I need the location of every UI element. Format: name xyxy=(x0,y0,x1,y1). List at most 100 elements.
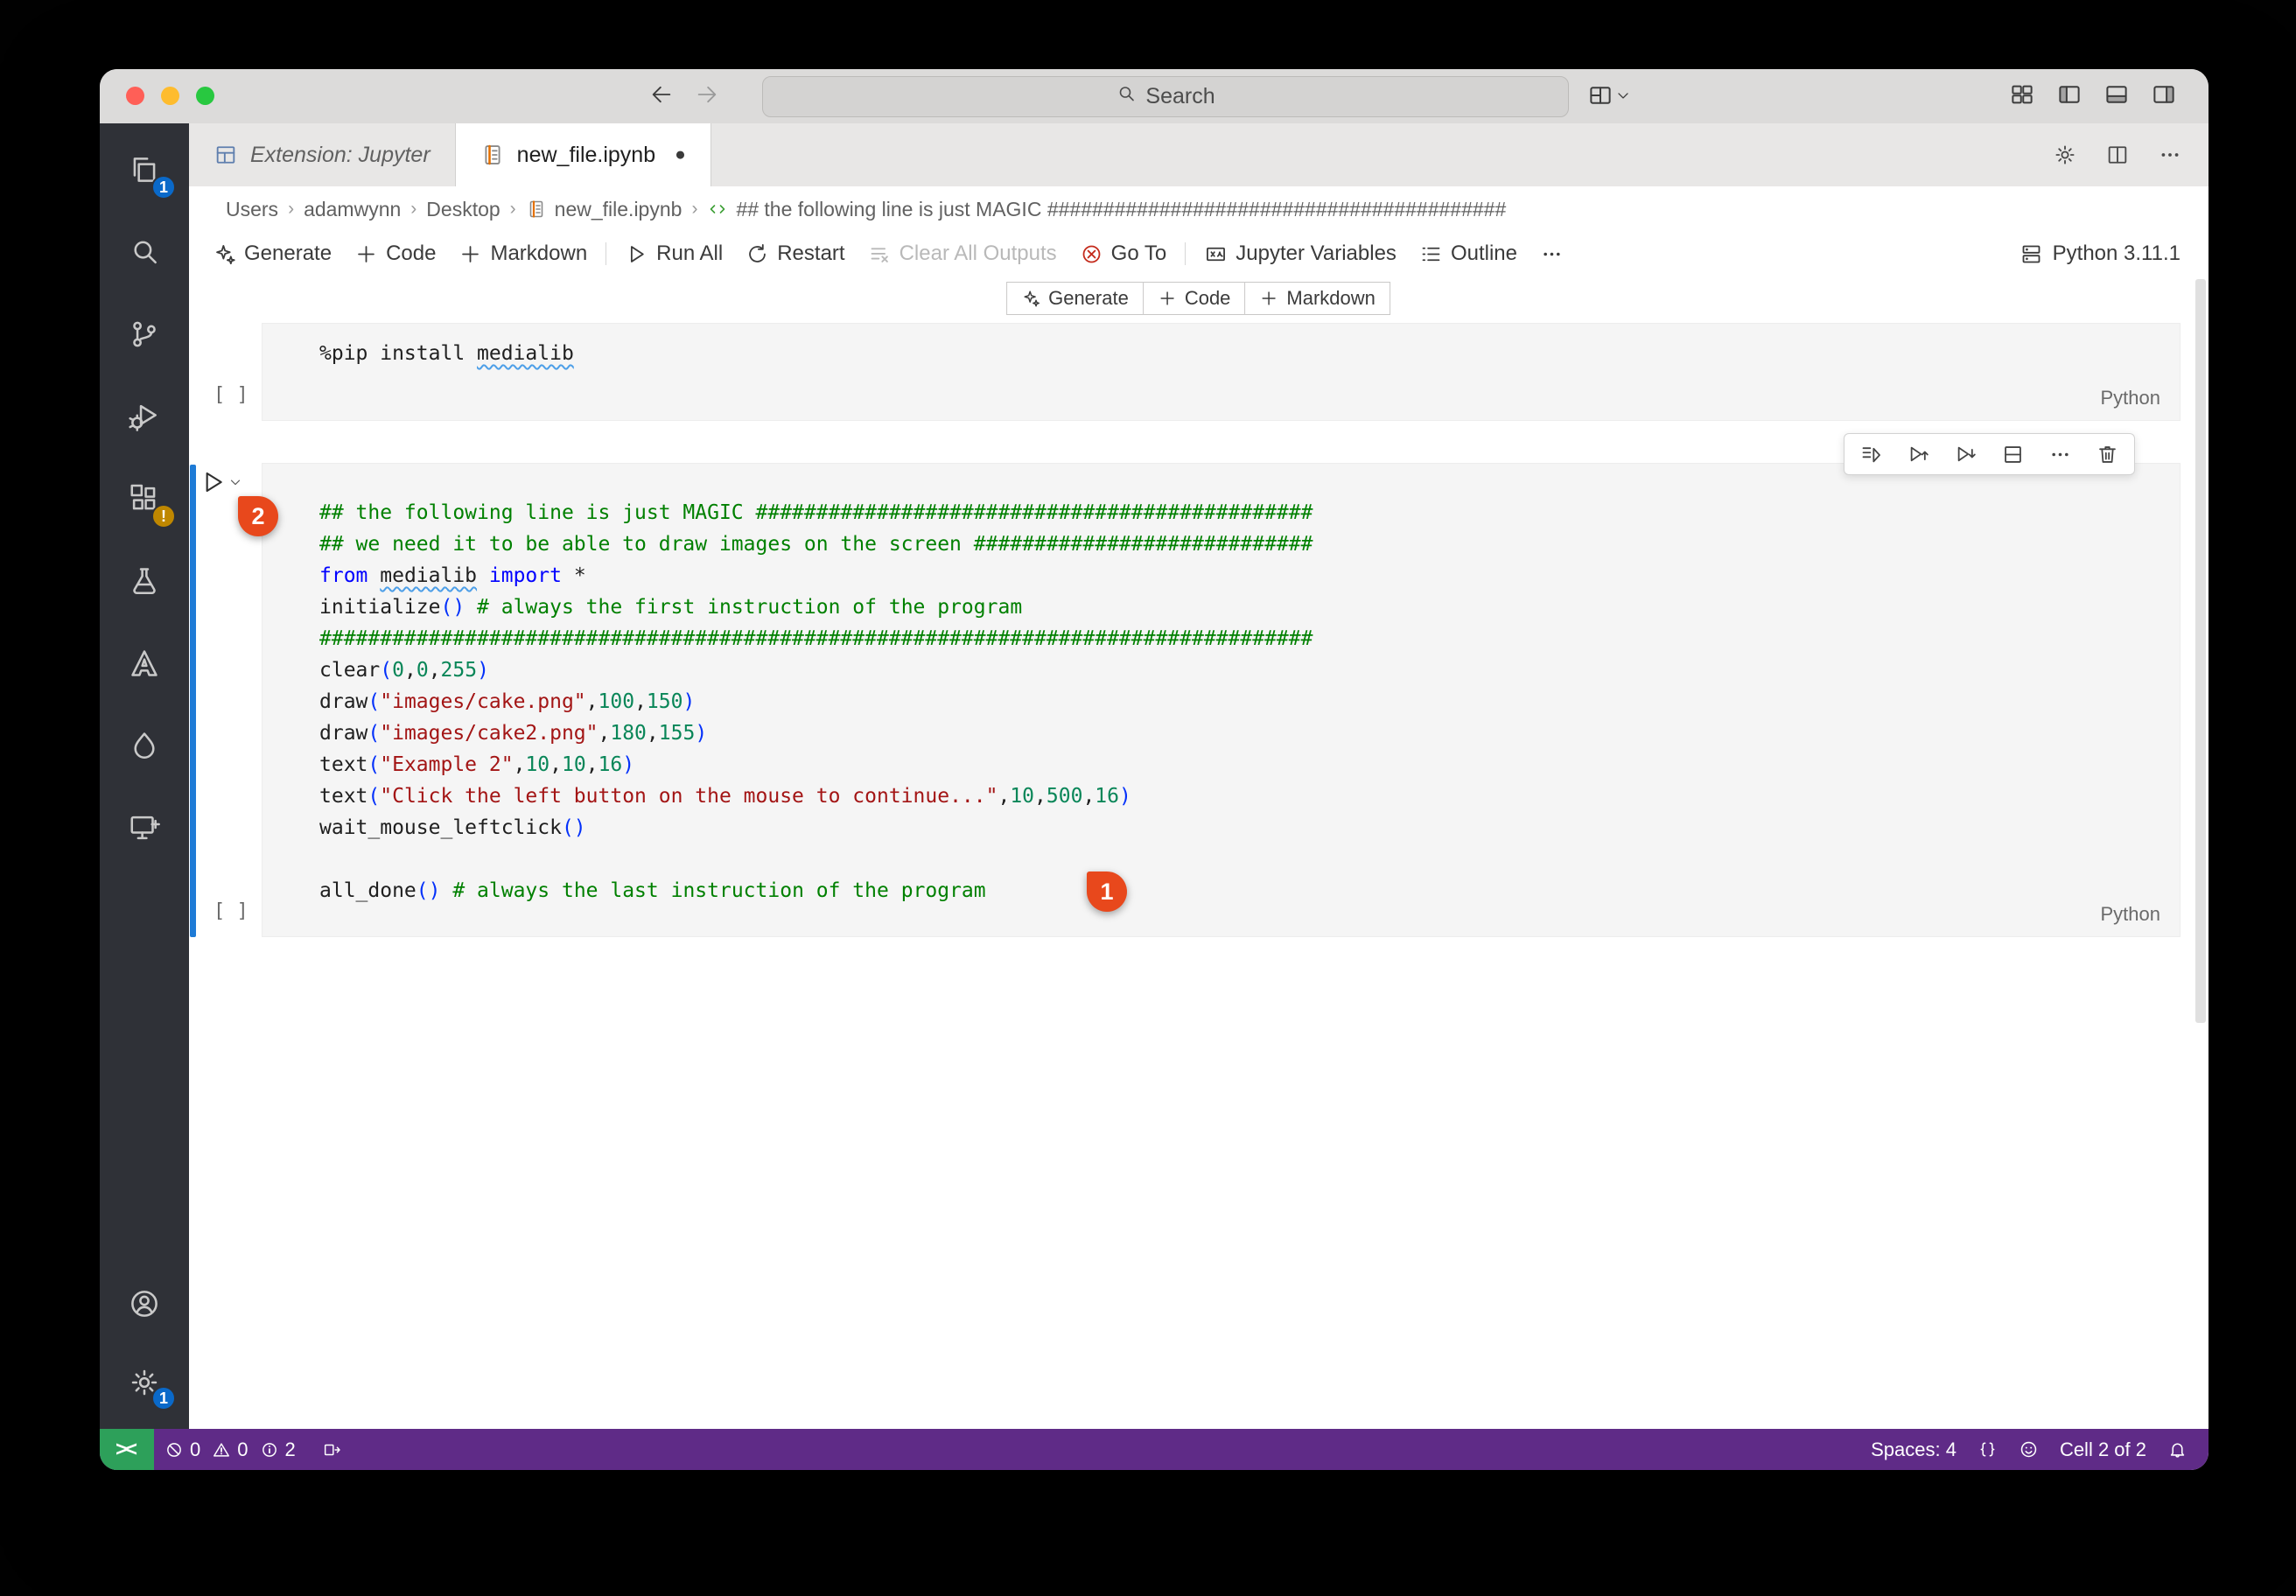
code-line[interactable]: clear(0,0,255) xyxy=(319,654,2180,686)
toolbar-run-all-button[interactable]: Run All xyxy=(613,236,734,271)
status-feedback[interactable] xyxy=(2008,1439,2049,1460)
insert-markdown-button[interactable]: Markdown xyxy=(1244,282,1390,315)
toggle-sidebar-right-button[interactable] xyxy=(2151,81,2177,108)
cell-action-run-down-button[interactable] xyxy=(1954,443,1978,466)
annotation-badge-1: 1 xyxy=(1087,872,1127,912)
code-line[interactable]: wait_mouse_leftclick() xyxy=(319,812,2180,844)
search-input[interactable]: Search xyxy=(762,76,1569,117)
status-format[interactable] xyxy=(1967,1439,2008,1460)
activity-accounts[interactable] xyxy=(100,1264,189,1343)
notebook-cell-2[interactable]: [ ] ## the following line is just MAGIC … xyxy=(214,463,2180,937)
remote-indicator[interactable]: >< xyxy=(100,1429,154,1470)
back-button[interactable] xyxy=(649,82,674,111)
code-line[interactable] xyxy=(319,844,2180,875)
run-cell-button[interactable] xyxy=(200,468,243,500)
code-line[interactable]: all_done() # always the last instruction… xyxy=(319,875,2180,906)
activity-explorer[interactable]: 1 xyxy=(100,129,189,211)
code-line[interactable]: ########################################… xyxy=(319,623,2180,654)
cell-action-ellipsis-button[interactable] xyxy=(2048,443,2072,466)
breadcrumb-label: ## the following line is just MAGIC ####… xyxy=(736,197,1507,220)
status-indentation[interactable]: Spaces: 4 xyxy=(1860,1438,1967,1461)
activity-azure[interactable] xyxy=(100,622,189,704)
toolbar-markdown-button[interactable]: Markdown xyxy=(447,236,598,271)
insert-generate-button[interactable]: Generate xyxy=(1006,282,1144,315)
run-icon xyxy=(200,468,228,500)
activity-source-control[interactable] xyxy=(100,293,189,375)
toolbar-jupyter-variables-button[interactable]: Jupyter Variables xyxy=(1193,236,1408,271)
breadcrumb-item-2[interactable]: Desktop xyxy=(426,198,500,221)
toolbar-clear-all-outputs-button[interactable]: Clear All Outputs xyxy=(857,236,1068,271)
code-line[interactable]: initialize() # always the first instruct… xyxy=(319,592,2180,623)
toolbar-go-to-button[interactable]: Go To xyxy=(1068,236,1179,271)
cell-action-run-list-button[interactable] xyxy=(1859,443,1883,466)
braces-icon xyxy=(1980,1442,1995,1457)
activity-search[interactable] xyxy=(100,211,189,293)
notebook-editor: Generate Code Markdown [ ] %pip install me… xyxy=(189,276,2208,1429)
plus-icon xyxy=(358,245,374,262)
cell-action-split-cell-button[interactable] xyxy=(2001,443,2025,466)
scrollbar-thumb[interactable] xyxy=(2195,279,2206,1023)
window-layout-controls xyxy=(2009,81,2177,108)
toolbar-code-button[interactable]: Code xyxy=(343,236,447,271)
breadcrumb-item-4[interactable]: ## the following line is just MAGIC ####… xyxy=(707,198,1506,221)
toolbar-restart-button[interactable]: Restart xyxy=(734,236,856,271)
forward-button[interactable] xyxy=(695,82,719,111)
breadcrumb-item-0[interactable]: Users xyxy=(226,198,278,221)
cell-1-code[interactable]: %pip install medialib xyxy=(262,324,2180,369)
cell-action-run-up-button[interactable] xyxy=(1907,443,1930,466)
status-notifications[interactable] xyxy=(2157,1439,2198,1460)
arrow-right-icon xyxy=(697,86,717,102)
insert-code-button[interactable]: Code xyxy=(1142,282,1246,315)
outline-icon xyxy=(1422,247,1440,261)
toolbar-more-button[interactable] xyxy=(1529,236,1575,271)
code-line[interactable]: draw("images/cake2.png",180,155) xyxy=(319,718,2180,749)
tab-extension-jupyter[interactable]: Extension: Jupyter xyxy=(189,123,456,186)
cell-language-picker[interactable]: Python xyxy=(2101,387,2161,410)
scrollbar[interactable] xyxy=(2194,277,2207,1427)
debug-status-icon xyxy=(324,1444,340,1455)
toolbar-label: Go To xyxy=(1110,242,1167,265)
activity-extensions[interactable]: ! xyxy=(100,458,189,540)
cell-2-code[interactable]: ## the following line is just MAGIC ####… xyxy=(262,464,2180,906)
tab-new-file-ipynb[interactable]: new_file.ipynb ● xyxy=(455,123,711,186)
problems-indicator[interactable]: 0 0 2 xyxy=(154,1429,312,1470)
activity-extension-tool[interactable] xyxy=(100,704,189,787)
breadcrumb-label: new_file.ipynb xyxy=(554,197,682,220)
code-line[interactable]: ## the following line is just MAGIC ####… xyxy=(319,497,2180,528)
close-button[interactable] xyxy=(126,87,144,105)
kernel-picker[interactable]: Python 3.11.1 xyxy=(2020,242,2196,266)
notebook-cell-1[interactable]: [ ] %pip install medialib Python xyxy=(214,323,2180,421)
code-line[interactable]: draw("images/cake.png",100,150) xyxy=(319,686,2180,718)
code-line[interactable]: text("Example 2",10,10,16) xyxy=(319,749,2180,780)
cell-action-trash-button[interactable] xyxy=(2096,443,2119,466)
debug-status[interactable] xyxy=(312,1429,352,1470)
code-line[interactable]: %pip install medialib xyxy=(319,338,2180,369)
breadcrumb-separator: › xyxy=(509,199,516,219)
code-line[interactable]: from medialib import * xyxy=(319,560,2180,592)
activity-remote-explorer[interactable] xyxy=(100,787,189,869)
plus-icon xyxy=(1262,291,1277,305)
activity-run-and-debug[interactable] xyxy=(100,375,189,458)
code-line[interactable]: text("Click the left button on the mouse… xyxy=(319,780,2180,812)
tab-action-configure-button[interactable] xyxy=(2053,143,2077,167)
toggle-panel-button[interactable] xyxy=(2104,81,2130,108)
azure-icon xyxy=(131,650,158,676)
code-line[interactable]: ## we need it to be able to draw images … xyxy=(319,528,2180,560)
tab-action-split-editor-button[interactable] xyxy=(2105,143,2130,167)
chevron-down-icon xyxy=(230,480,241,486)
breadcrumb-item-3[interactable]: new_file.ipynb xyxy=(526,198,682,221)
notebook-icon xyxy=(529,200,542,218)
cell-language-picker[interactable]: Python xyxy=(2101,903,2161,926)
toggle-sidebar-left-button[interactable] xyxy=(2056,81,2082,108)
activity-testing[interactable] xyxy=(100,540,189,622)
activity-settings[interactable]: 1 xyxy=(100,1343,189,1422)
stage-manager-button[interactable] xyxy=(2009,81,2035,108)
toolbar-generate-button[interactable]: Generate xyxy=(201,236,343,271)
breadcrumb-item-1[interactable]: adamwynn xyxy=(304,198,401,221)
minimize-button[interactable] xyxy=(161,87,179,105)
customize-layout-button[interactable] xyxy=(1587,82,1632,113)
tab-action-more-actions-button[interactable] xyxy=(2158,143,2182,167)
status-cell-position[interactable]: Cell 2 of 2 xyxy=(2049,1438,2157,1461)
toolbar-outline-button[interactable]: Outline xyxy=(1408,236,1529,271)
zoom-button[interactable] xyxy=(196,87,214,105)
